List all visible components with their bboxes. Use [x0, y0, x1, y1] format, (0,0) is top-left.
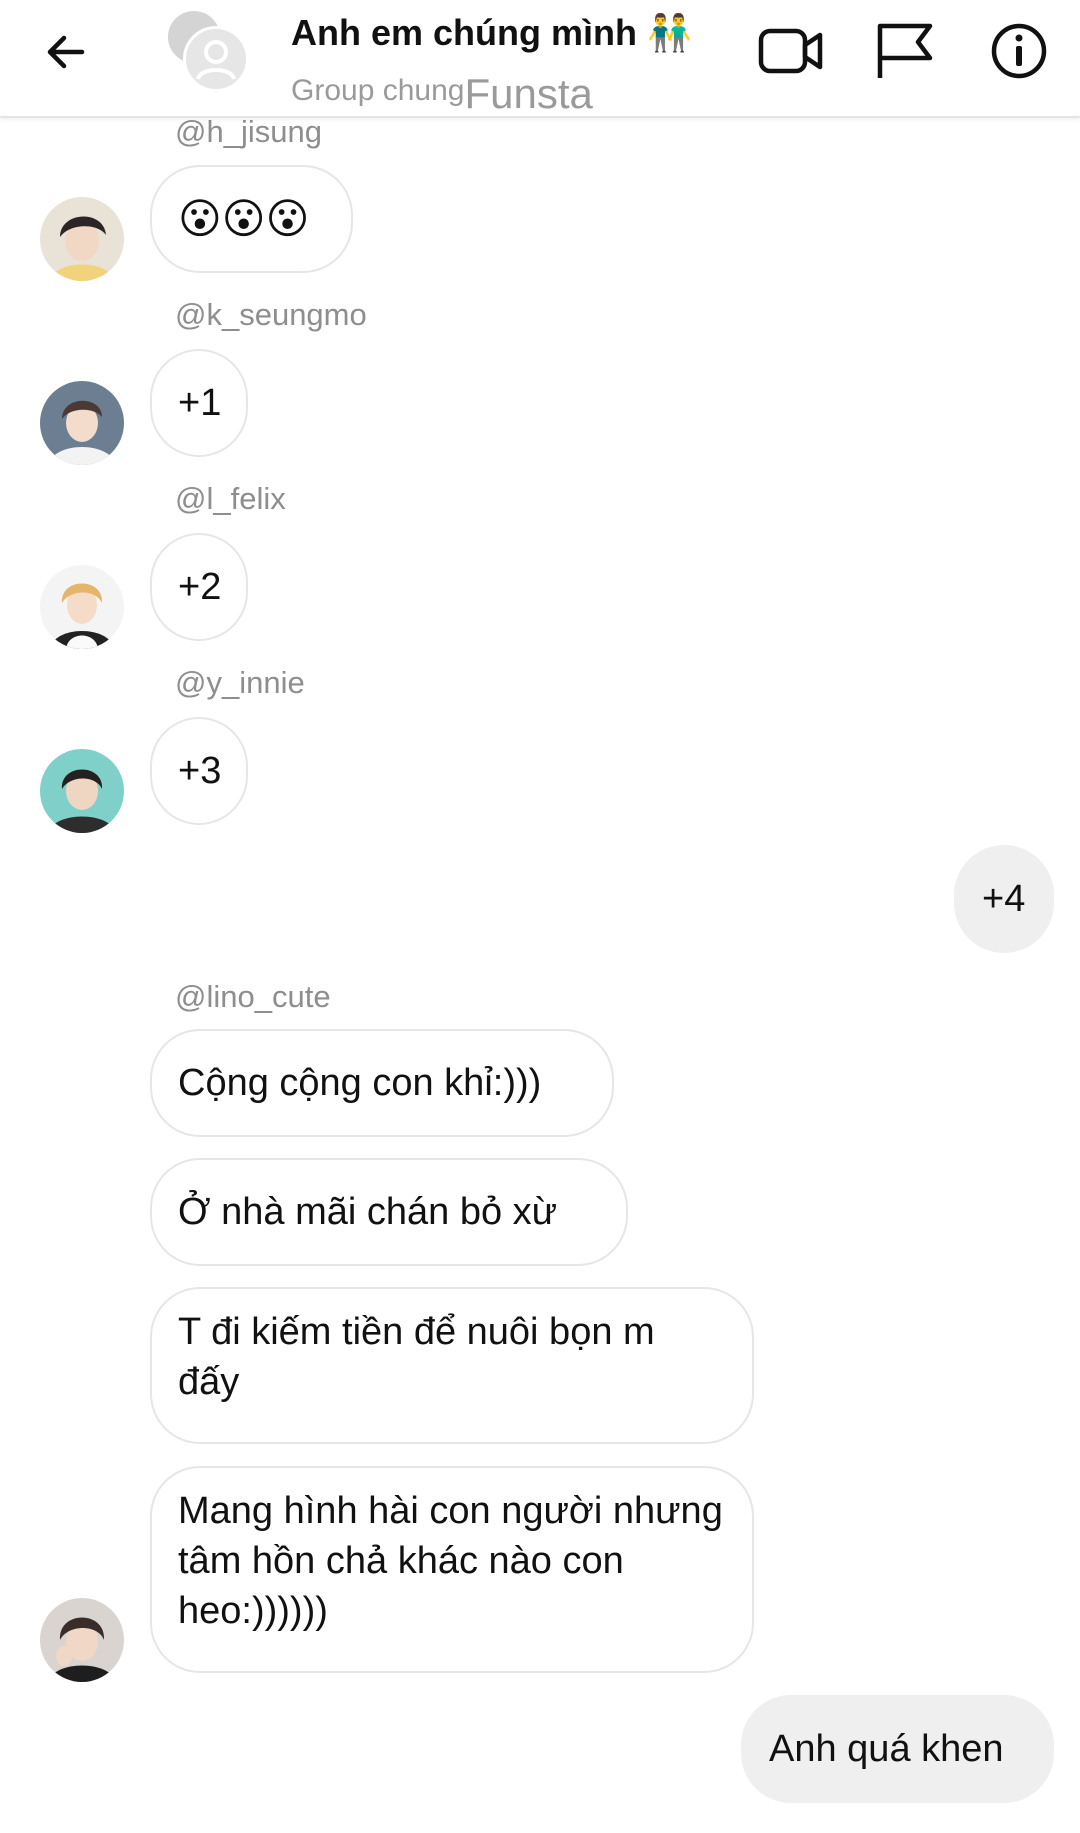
chat-subtitle-text: Group chung [291, 74, 465, 107]
message-bubble[interactable]: Ở nhà mãi chán bỏ xừ [150, 1158, 628, 1266]
avatar-image [40, 565, 124, 649]
message-bubble[interactable]: Cộng cộng con khỉ:))) [150, 1029, 614, 1137]
group-avatar-front [183, 26, 249, 92]
avatar-h-jisung[interactable] [40, 197, 124, 281]
message-text: 😮😮😮 [178, 195, 310, 242]
chat-header: Anh em chúng mình 👬 Group chungFunsta [0, 0, 1080, 118]
sender-name: @h_jisung [175, 114, 322, 149]
chat-title-text: Anh em chúng mình [291, 12, 637, 53]
person-placeholder-icon [196, 40, 236, 80]
avatar-y-innie[interactable] [40, 749, 124, 833]
chat-title-emoji: 👬 [647, 12, 692, 53]
avatar-image [40, 381, 124, 465]
sender-name: @lino_cute [175, 979, 331, 1014]
avatar-image [40, 197, 124, 281]
message-bubble[interactable]: T đi kiếm tiền để nuôi bọn m đấy [150, 1287, 754, 1444]
message-bubble[interactable]: +2 [150, 533, 248, 641]
avatar-image [40, 1598, 124, 1682]
video-call-button[interactable] [756, 18, 826, 84]
message-text: Ở nhà mãi chán bỏ xừ [178, 1191, 558, 1233]
message-text: +2 [178, 566, 222, 608]
chat-title[interactable]: Anh em chúng mình 👬 [291, 12, 692, 54]
avatar-k-seungmo[interactable] [40, 381, 124, 465]
message-bubble[interactable]: 😮😮😮 [150, 165, 353, 273]
group-avatar[interactable] [163, 8, 249, 94]
my-message-bubble[interactable]: Anh quá khen [741, 1695, 1054, 1803]
message-bubble[interactable]: +3 [150, 717, 248, 825]
avatar-lino-cute[interactable] [40, 1598, 124, 1682]
message-text: Mang hình hài con người nhưng tâm hồn ch… [178, 1490, 723, 1632]
message-text: +4 [982, 878, 1026, 920]
info-button[interactable] [984, 18, 1054, 84]
flag-icon [877, 23, 933, 78]
message-bubble[interactable]: +1 [150, 349, 248, 457]
message-text: T đi kiếm tiền để nuôi bọn m đấy [178, 1311, 655, 1403]
my-message-bubble[interactable]: +4 [954, 845, 1054, 953]
sender-name: @k_seungmo [175, 297, 367, 332]
message-text: Anh quá khen [769, 1728, 1004, 1770]
chat-screen: Anh em chúng mình 👬 Group chungFunsta @h… [0, 0, 1080, 1833]
avatar-l-felix[interactable] [40, 565, 124, 649]
report-button[interactable] [870, 18, 940, 84]
avatar-image [40, 749, 124, 833]
sender-name: @l_felix [175, 481, 286, 516]
message-bubble[interactable]: Mang hình hài con người nhưng tâm hồn ch… [150, 1466, 754, 1673]
message-text: Cộng cộng con khỉ:))) [178, 1062, 542, 1104]
back-button[interactable] [36, 22, 96, 82]
message-text: +1 [178, 382, 222, 424]
video-camera-icon [758, 28, 823, 74]
message-text: +3 [178, 750, 222, 792]
chat-subtitle: Group chungFunsta [291, 62, 593, 117]
sender-name: @y_innie [175, 665, 305, 700]
info-icon [991, 23, 1047, 79]
arrow-left-icon [47, 35, 85, 69]
funsta-watermark: Funsta [464, 70, 593, 117]
